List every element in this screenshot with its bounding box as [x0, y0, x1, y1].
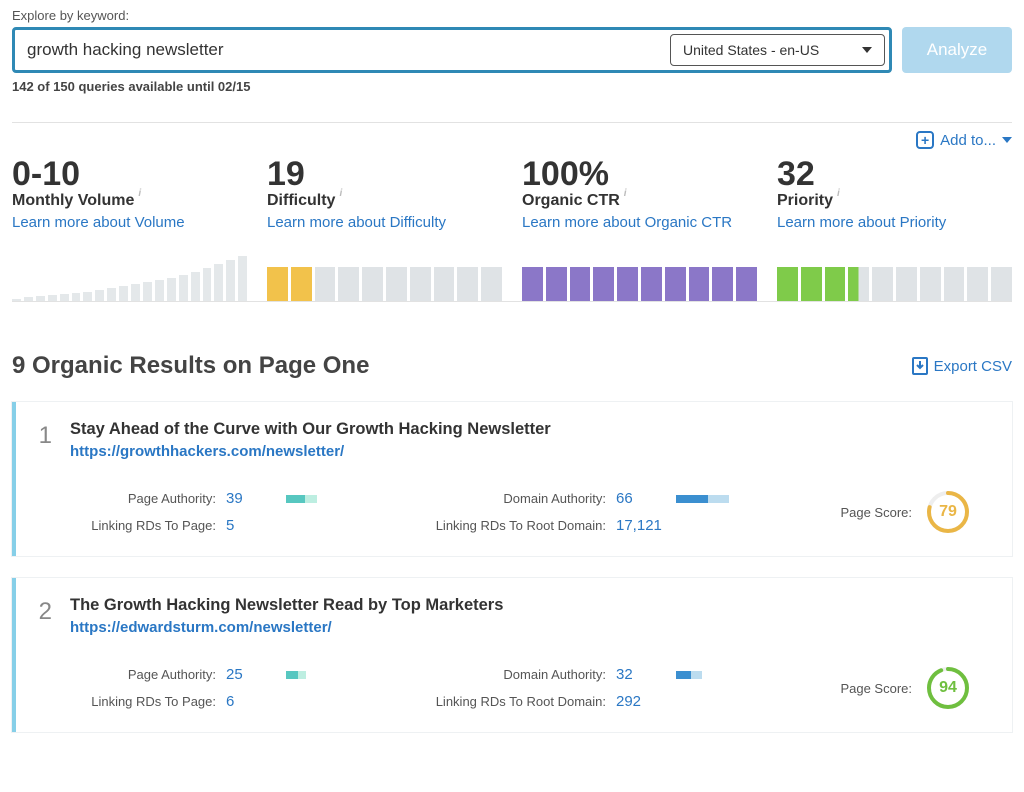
info-icon[interactable]: i: [138, 188, 141, 199]
page-authority-value: 39: [226, 490, 276, 507]
metric-value: 0-10: [12, 155, 247, 194]
linking-rds-root-value: 292: [616, 693, 666, 710]
metric-label: Monthly Volume: [12, 192, 134, 210]
page-score-label: Page Score:: [840, 505, 912, 520]
divider: [12, 301, 1012, 302]
result-title: Stay Ahead of the Curve with Our Growth …: [70, 420, 994, 439]
learn-more-link[interactable]: Learn more about Difficulty: [267, 214, 502, 231]
metric-ctr: 100% Organic CTR i Learn more about Organ…: [522, 155, 757, 301]
result-card: 1 Stay Ahead of the Curve with Our Growt…: [12, 402, 1012, 556]
quota-text: 142 of 150 queries available until 02/15: [12, 79, 1012, 94]
divider: [12, 122, 1012, 123]
linking-rds-page-value: 5: [226, 517, 276, 534]
linking-rds-page-label: Linking RDs To Page:: [26, 694, 216, 709]
linking-rds-page-label: Linking RDs To Page:: [26, 518, 216, 533]
volume-sparkline: [12, 253, 247, 301]
info-icon[interactable]: i: [624, 188, 627, 199]
keyword-input[interactable]: [19, 34, 670, 66]
metric-priority: 32 Priority i Learn more about Priority: [777, 155, 1012, 301]
chevron-down-icon: [1002, 137, 1012, 143]
info-icon[interactable]: i: [339, 188, 342, 199]
result-rank: 2: [26, 596, 52, 636]
domain-authority-bar: [676, 495, 756, 503]
page-authority-value: 25: [226, 666, 276, 683]
search-label: Explore by keyword:: [12, 8, 1012, 23]
result-card: 2 The Growth Hacking Newsletter Read by …: [12, 578, 1012, 732]
page-authority-label: Page Authority:: [26, 491, 216, 506]
analyze-button[interactable]: Analyze: [902, 27, 1012, 73]
learn-more-link[interactable]: Learn more about Priority: [777, 214, 1012, 231]
linking-rds-page-value: 6: [226, 693, 276, 710]
add-to-button[interactable]: + Add to...: [916, 131, 1012, 149]
metric-difficulty: 19 Difficulty i Learn more about Difficul…: [267, 155, 502, 301]
metric-volume: 0-10 Monthly Volume i Learn more about Vo…: [12, 155, 247, 301]
page-score-ring: 79: [926, 490, 970, 534]
linking-rds-root-label: Linking RDs To Root Domain:: [396, 694, 606, 709]
page-authority-bar: [286, 671, 366, 679]
result-url[interactable]: https://growthhackers.com/newsletter/: [70, 443, 994, 460]
difficulty-bars: [267, 253, 502, 301]
domain-authority-label: Domain Authority:: [396, 667, 606, 682]
export-label: Export CSV: [934, 358, 1012, 375]
domain-authority-value: 66: [616, 490, 666, 507]
linking-rds-root-value: 17,121: [616, 517, 666, 534]
metric-label: Priority: [777, 192, 833, 210]
result-rank: 1: [26, 420, 52, 460]
locale-selected: United States - en-US: [683, 42, 819, 58]
domain-authority-bar: [676, 671, 756, 679]
page-score-value: 94: [926, 666, 970, 710]
linking-rds-root-label: Linking RDs To Root Domain:: [396, 518, 606, 533]
locale-select[interactable]: United States - en-US: [670, 34, 885, 66]
page-authority-label: Page Authority:: [26, 667, 216, 682]
metric-label: Difficulty: [267, 192, 335, 210]
metric-value: 100%: [522, 155, 757, 194]
download-icon: [912, 357, 928, 375]
metric-value: 32: [777, 155, 1012, 194]
page-authority-bar: [286, 495, 366, 503]
ctr-bars: [522, 253, 757, 301]
learn-more-link[interactable]: Learn more about Volume: [12, 214, 247, 231]
plus-icon: +: [916, 131, 934, 149]
results-heading: 9 Organic Results on Page One: [12, 352, 369, 380]
search-container: United States - en-US: [12, 27, 892, 73]
export-csv-button[interactable]: Export CSV: [912, 357, 1012, 375]
learn-more-link[interactable]: Learn more about Organic CTR: [522, 214, 757, 231]
metric-label: Organic CTR: [522, 192, 620, 210]
priority-bars: [777, 253, 1012, 301]
result-title: The Growth Hacking Newsletter Read by To…: [70, 596, 994, 615]
page-score-value: 79: [926, 490, 970, 534]
add-to-label: Add to...: [940, 132, 996, 149]
metric-value: 19: [267, 155, 502, 194]
chevron-down-icon: [862, 47, 872, 53]
result-url[interactable]: https://edwardsturm.com/newsletter/: [70, 619, 994, 636]
info-icon[interactable]: i: [837, 188, 840, 199]
page-score-label: Page Score:: [840, 681, 912, 696]
domain-authority-label: Domain Authority:: [396, 491, 606, 506]
page-score-ring: 94: [926, 666, 970, 710]
domain-authority-value: 32: [616, 666, 666, 683]
